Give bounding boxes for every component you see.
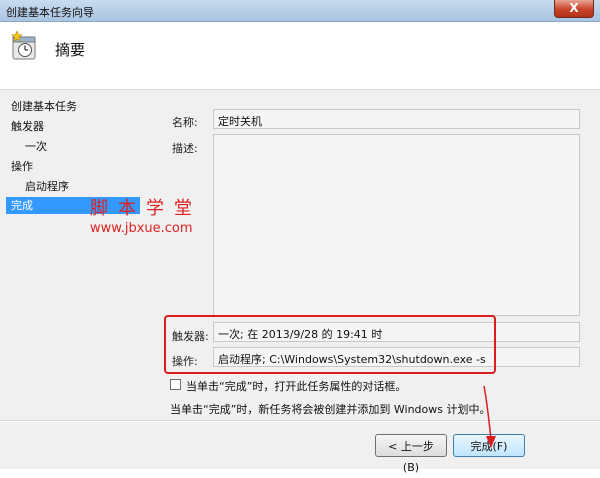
- description-field[interactable]: [213, 134, 580, 316]
- title-bar: 创建基本任务向导 X: [0, 0, 600, 22]
- task-scheduler-icon: [11, 31, 36, 60]
- finish-button[interactable]: 完成(F): [453, 434, 525, 457]
- highlight-annotation-box: [164, 315, 496, 374]
- description-label: 描述:: [172, 142, 198, 155]
- nav-item-action: 操作: [11, 160, 33, 173]
- name-label: 名称:: [172, 116, 198, 129]
- finish-note: 当单击“完成”时，新任务将会被创建并添加到 Windows 计划中。: [170, 403, 491, 416]
- nav-item-trigger: 触发器: [11, 120, 44, 133]
- back-button[interactable]: < 上一步(B): [375, 434, 447, 474]
- nav-item-create-task: 创建基本任务: [11, 100, 77, 113]
- close-button[interactable]: X: [554, 0, 594, 18]
- page-title: 摘要: [55, 41, 86, 59]
- window-title: 创建基本任务向导: [6, 6, 94, 19]
- watermark-url: www.jbxue.com: [90, 221, 193, 236]
- wizard-header: 摘要: [0, 22, 600, 90]
- nav-item-start-program: 启动程序: [25, 180, 69, 193]
- close-icon: X: [569, 1, 579, 15]
- nav-item-once: 一次: [25, 140, 47, 153]
- step-navigation: 创建基本任务 触发器 一次 操作 启动程序 完成: [0, 90, 160, 390]
- watermark-text: 脚本学堂: [90, 198, 202, 219]
- wizard-body: 创建基本任务 触发器 一次 操作 启动程序 完成 脚本学堂 www.jbxue.…: [0, 90, 600, 474]
- watermark: 脚本学堂 www.jbxue.com: [90, 194, 202, 236]
- name-field: 定时关机: [213, 109, 580, 129]
- open-properties-checkbox[interactable]: [170, 379, 181, 390]
- footer-divider: [0, 420, 600, 422]
- open-properties-label[interactable]: 当单击“完成”时，打开此任务属性的对话框。: [186, 378, 406, 394]
